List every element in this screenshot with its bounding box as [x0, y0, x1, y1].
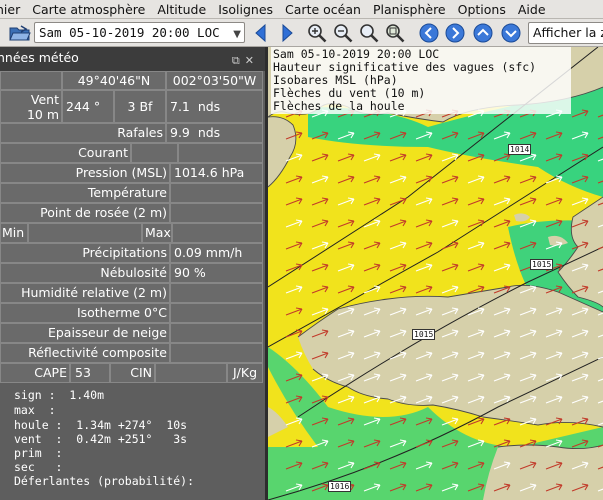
snow-depth-value [170, 323, 263, 343]
wave-secondary: sec : [14, 460, 63, 474]
pan-down-icon[interactable] [500, 22, 522, 44]
wind-speed: 7.1 nds [166, 90, 263, 123]
toolbar: Sam 05-10-2019 20:00 LOC ▼ Afficher la z… [0, 19, 603, 47]
open-folder-icon[interactable] [9, 24, 31, 42]
freezing-level-value [170, 303, 263, 323]
gusts-value: 9.9 nds [166, 123, 263, 143]
map-legend-layer-swell: Flèches de la houle [273, 99, 405, 113]
min-value [28, 223, 142, 243]
wind-direction: 244 ° [62, 90, 114, 123]
menu-isolignes[interactable]: Isolignes [212, 0, 279, 18]
panel-title: nnées météo [0, 50, 79, 65]
menu-altitude[interactable]: Altitude [151, 0, 212, 18]
close-icon[interactable]: ✕ [245, 54, 259, 67]
zoom-out-icon[interactable] [332, 22, 354, 44]
cin-label: CIN [110, 363, 155, 383]
weather-data-panel: nnées météo ⧉✕ 49°40'46"N 002°03'50"W Ve… [0, 47, 265, 500]
current-value-1 [131, 143, 178, 163]
max-label: Max [142, 223, 172, 243]
float-window-icon[interactable]: ⧉ [232, 54, 245, 67]
temperature-value [170, 183, 263, 203]
cloud-cover-value: 90 % [170, 263, 263, 283]
wave-primary: prim : [14, 446, 63, 460]
zoom-in-icon[interactable] [306, 22, 328, 44]
wave-breaking: Déferlantes (probabilité): [14, 474, 195, 488]
menu-bar: hier Carte atmosphère Altitude Isolignes… [0, 0, 603, 19]
isobar-label: 1016 [328, 481, 352, 492]
cin-value [155, 363, 227, 383]
current-value-2 [178, 143, 263, 163]
next-arrow-icon[interactable] [276, 22, 298, 44]
isobar-label: 1015 [530, 259, 554, 270]
wave-wind: vent : 0.42m +251° 3s [14, 432, 188, 446]
wind-beaufort: 3 Bf [114, 90, 166, 123]
zoom-area-icon[interactable] [358, 22, 380, 44]
latitude-value: 49°40'46"N [62, 71, 166, 90]
dewpoint-value [170, 203, 263, 223]
coord-spacer [0, 71, 62, 90]
menu-carte-ocean[interactable]: Carte océan [279, 0, 367, 18]
wave-max: max : [14, 403, 56, 417]
wave-swell: houle : 1.34m +274° 10s [14, 418, 188, 432]
wave-sign: sign : 1.40m [14, 388, 105, 402]
pan-right-icon[interactable] [444, 22, 466, 44]
humidity-label: Humidité relative (2 m) [0, 283, 170, 303]
isobar-label: 1014 [508, 144, 532, 155]
pressure-label: Pression (MSL) [0, 163, 170, 183]
panel-title-bar: nnées météo ⧉✕ [0, 47, 265, 71]
longitude-value: 002°03'50"W [166, 71, 263, 90]
menu-aide[interactable]: Aide [512, 0, 552, 18]
isobar-label: 1015 [412, 329, 436, 340]
temperature-label: Température [0, 183, 170, 203]
map-graphics [268, 47, 603, 500]
cape-label: CAPE [0, 363, 70, 383]
reflectivity-value [170, 343, 263, 363]
dewpoint-label: Point de rosée (2 m) [0, 203, 170, 223]
jkg-unit: J/Kg [227, 363, 263, 383]
max-value [172, 223, 263, 243]
pan-left-icon[interactable] [418, 22, 440, 44]
weather-map[interactable]: 1014 1015 1015 1016 Sam 05-10-2019 20:00… [268, 47, 603, 500]
map-legend: Sam 05-10-2019 20:00 LOC Hauteur signifi… [271, 47, 571, 114]
date-select[interactable]: Sam 05-10-2019 20:00 LOC ▼ [34, 22, 245, 43]
reflectivity-label: Réflectivité composite [0, 343, 170, 363]
snow-depth-label: Epaisseur de neige [0, 323, 170, 343]
date-select-value: Sam 05-10-2019 20:00 LOC [39, 25, 220, 40]
min-label: Min [0, 223, 28, 243]
zoom-fit-icon[interactable] [384, 22, 406, 44]
menu-carte-atmosphere[interactable]: Carte atmosphère [26, 0, 151, 18]
chevron-down-icon: ▼ [233, 29, 241, 40]
precipitation-value: 0.09 mm/h [170, 243, 263, 263]
freezing-level-label: Isotherme 0°C [0, 303, 170, 323]
precipitation-label: Précipitations [0, 243, 170, 263]
cape-value: 53 [70, 363, 110, 383]
current-label: Courant [0, 143, 131, 163]
menu-options[interactable]: Options [452, 0, 512, 18]
pan-up-icon[interactable] [472, 22, 494, 44]
humidity-value [170, 283, 263, 303]
zone-search-input[interactable]: Afficher la zone [528, 22, 603, 44]
cloud-cover-label: Nébulosité [0, 263, 170, 283]
menu-planisphere[interactable]: Planisphère [367, 0, 452, 18]
menu-fichier[interactable]: hier [0, 0, 26, 18]
app-window: hier Carte atmosphère Altitude Isolignes… [0, 0, 603, 500]
previous-arrow-icon[interactable] [250, 22, 272, 44]
wind-label: Vent 10 m [0, 90, 62, 123]
pressure-value: 1014.6 hPa [170, 163, 263, 183]
gusts-label: Rafales [0, 123, 166, 143]
